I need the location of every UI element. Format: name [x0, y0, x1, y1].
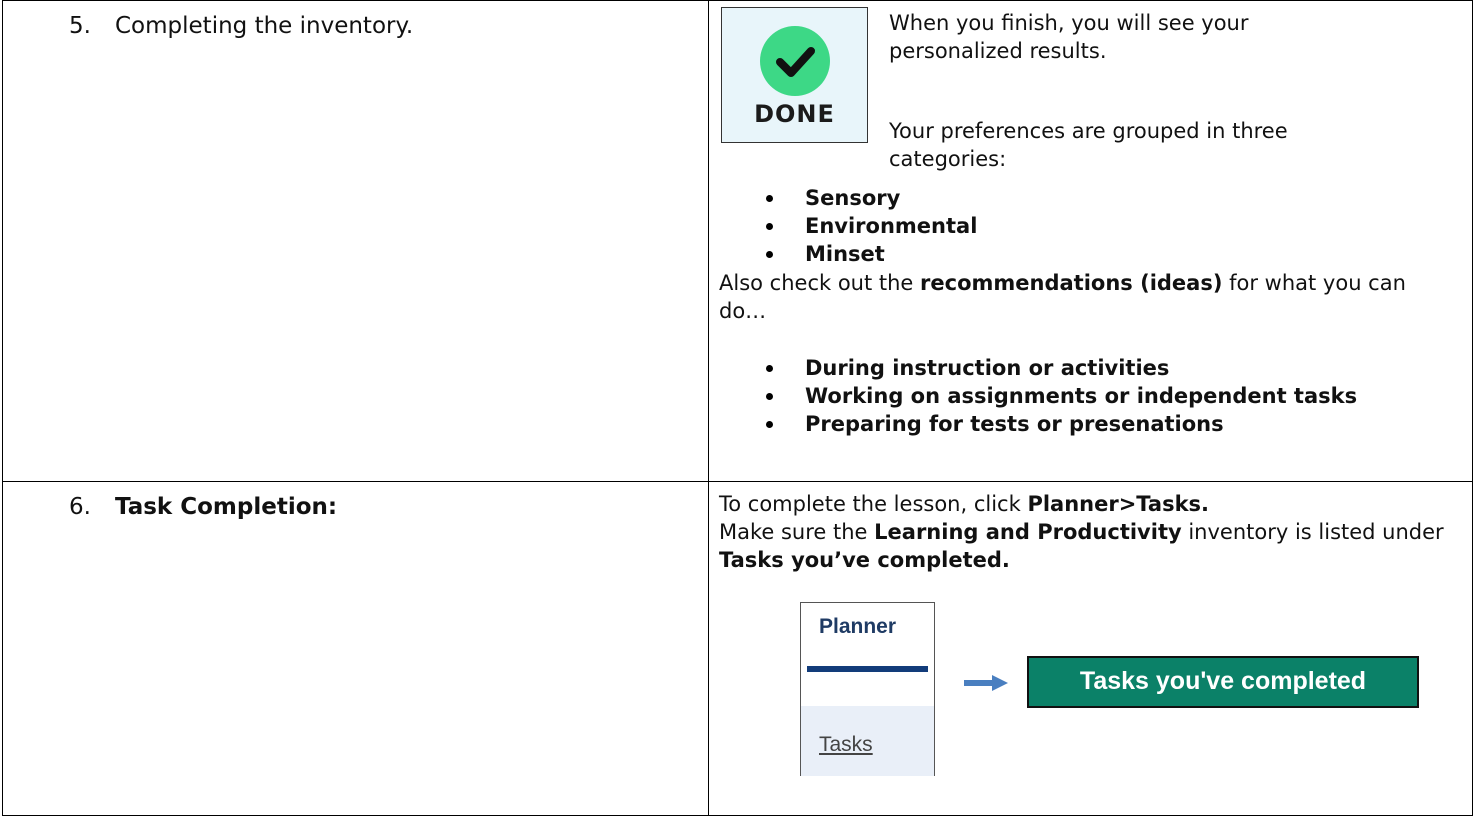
step-6-number: 6. — [69, 493, 91, 520]
planner-underline — [807, 665, 928, 672]
tasks-completed-button[interactable]: Tasks you've completed — [1027, 655, 1419, 708]
line2-bold: Learning and Productivity — [874, 519, 1182, 544]
recommendation-item: During instruction or activities — [765, 354, 1357, 382]
done-badge-image: DONE — [721, 7, 868, 143]
category-item: Environmental — [765, 214, 978, 238]
done-label: DONE — [754, 100, 835, 128]
recommend-bold: recommendations (ideas) — [920, 271, 1223, 295]
category-item: Minset — [765, 240, 977, 268]
step-6-title-text: Task Completion: — [115, 493, 338, 520]
right-arrow-icon — [964, 674, 1008, 691]
recommendation-item: Preparing for tests or presenations — [765, 410, 1357, 438]
checkmark-icon — [760, 26, 830, 96]
category-item: Sensory — [765, 184, 977, 212]
step-5-number: 5. — [69, 13, 91, 39]
recommendations-list: During instruction or activities Working… — [765, 354, 1358, 438]
line2-prefix: Make sure the — [719, 519, 875, 544]
task-completion-instructions: To complete the lesson, click Planner>Ta… — [719, 490, 1459, 574]
recommendations-intro: Also check out the recommendations (idea… — [719, 269, 1459, 325]
line2-bold2: Tasks you’ve completed. — [719, 547, 1010, 572]
step-5-title-text: Completing the inventory. — [115, 13, 414, 39]
recommend-prefix: Also check out the — [719, 271, 921, 295]
step-6-content-cell: To complete the lesson, click Planner>Ta… — [708, 480, 1473, 816]
instruction-table: 5. Completing the inventory. DONE When yo… — [2, 0, 1473, 816]
finish-text: When you finish, you will see your perso… — [889, 11, 1249, 63]
tasks-link[interactable]: Tasks — [819, 733, 873, 757]
step-5-content-cell: DONE When you finish, you will see your … — [708, 0, 1473, 482]
line2-mid: inventory is listed under — [1181, 519, 1444, 544]
step-5-row: 5. Completing the inventory. DONE When yo… — [2, 0, 1473, 482]
recommendation-item: Working on assignments or independent ta… — [765, 384, 1358, 408]
step-6-row: 6. Task Completion: To complete the lesso… — [2, 480, 1473, 816]
step-6-title: 6. Task Completion: — [69, 492, 337, 522]
line1-prefix: To complete the lesson, click — [719, 491, 1028, 516]
step-5-label-cell: 5. Completing the inventory. — [2, 0, 709, 482]
step-6-label-cell: 6. Task Completion: — [2, 480, 709, 816]
categories-list: Sensory Environmental Minset — [765, 184, 978, 268]
planner-menu-screenshot: Planner Tasks — [800, 601, 935, 776]
groups-text: Your preferences are grouped in three ca… — [889, 119, 1288, 171]
step-5-title: 5. Completing the inventory. — [69, 11, 413, 41]
planner-menu-label[interactable]: Planner — [819, 615, 896, 639]
line1-bold: Planner>Tasks. — [1027, 491, 1210, 516]
